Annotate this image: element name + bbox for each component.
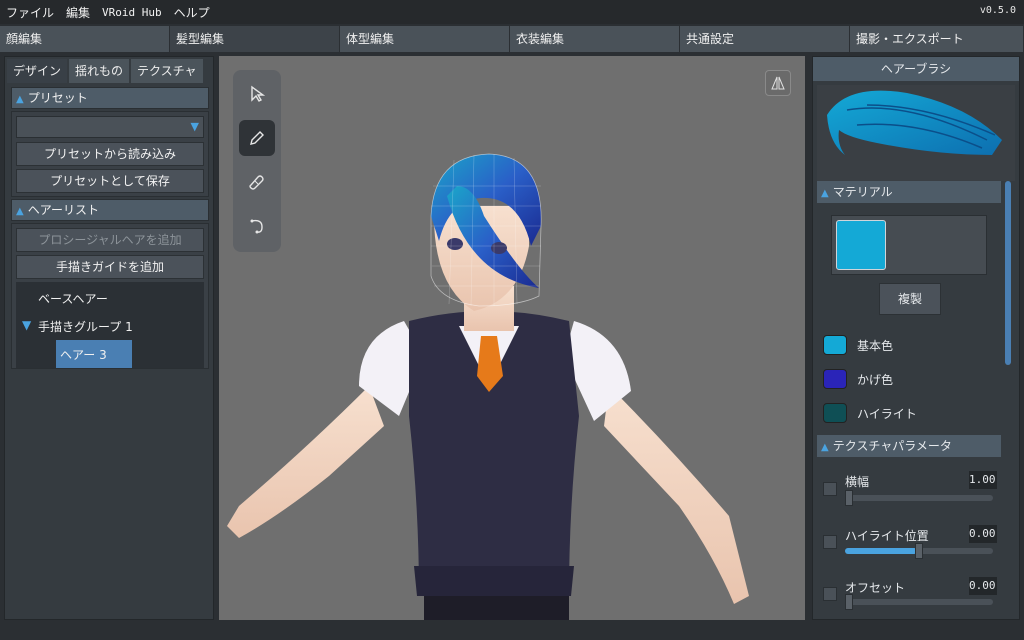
pen-icon bbox=[250, 131, 264, 145]
hair-item-group[interactable]: 手描きグループ 1 bbox=[38, 318, 133, 335]
dropdown-arrow-icon: ▼ bbox=[190, 120, 199, 133]
add-guide-button[interactable]: 手描きガイドを追加 bbox=[16, 255, 204, 279]
param-highlight-pos-checkbox[interactable] bbox=[823, 535, 837, 549]
shadow-color-label: かげ色 bbox=[857, 372, 894, 387]
param-highlight-pos-label: ハイライト位置 bbox=[845, 529, 929, 543]
param-highlight-pos-slider[interactable] bbox=[845, 543, 993, 559]
param-width-slider[interactable] bbox=[845, 490, 993, 506]
pen-tool-button[interactable] bbox=[239, 120, 275, 156]
base-color-swatch[interactable] bbox=[823, 335, 847, 355]
triangle-up-icon: ▲ bbox=[16, 206, 24, 217]
hairlist-title: ヘアーリスト bbox=[27, 203, 99, 217]
param-offset-slider[interactable] bbox=[845, 594, 993, 610]
tab-common[interactable]: 共通設定 bbox=[680, 26, 850, 52]
hair-brush-preview-image bbox=[827, 90, 1002, 155]
param-offset-checkbox[interactable] bbox=[823, 587, 837, 601]
eraser-icon bbox=[249, 175, 264, 190]
cursor-icon bbox=[251, 85, 266, 102]
hair-item-hair3[interactable]: ヘアー 3 bbox=[60, 346, 107, 363]
param-width-checkbox[interactable] bbox=[823, 482, 837, 496]
triangle-up-icon: ▲ bbox=[821, 188, 829, 199]
material-header[interactable]: ▲ マテリアル bbox=[817, 181, 1001, 203]
slider-fill bbox=[845, 548, 917, 554]
right-panel: ヘアーブラシ ▲ マテリアル 複製 基本色 かげ色 ハイライト ▲ テクスチャパラメ… bbox=[812, 56, 1020, 620]
preset-title: プリセット bbox=[27, 91, 88, 105]
triangle-up-icon: ▲ bbox=[821, 442, 829, 453]
shadow-color-swatch[interactable] bbox=[823, 369, 847, 389]
curve-icon bbox=[250, 219, 263, 234]
duplicate-material-button[interactable]: 複製 bbox=[879, 283, 941, 315]
menu-bar: ファイル 編集 VRoid Hub ヘルプ v0.5.0 bbox=[0, 0, 1024, 24]
preset-header[interactable]: ▲ プリセット bbox=[11, 87, 209, 109]
eraser-tool-button[interactable] bbox=[239, 164, 275, 200]
menu-edit[interactable]: 編集 bbox=[60, 4, 96, 21]
material-slot-box[interactable] bbox=[831, 215, 987, 275]
3d-viewport[interactable] bbox=[219, 56, 805, 620]
version-label: v0.5.0 bbox=[979, 5, 1016, 16]
add-procedural-hair-button[interactable]: プロシージャルヘアを追加 bbox=[16, 228, 204, 252]
slider-knob[interactable] bbox=[845, 594, 853, 610]
tab-hair[interactable]: 髪型編集 bbox=[170, 26, 340, 52]
tab-body[interactable]: 体型編集 bbox=[340, 26, 510, 52]
select-tool-button[interactable] bbox=[239, 76, 275, 112]
expand-arrow-icon[interactable]: ▼ bbox=[22, 318, 31, 332]
preset-section: ▼ プリセットから読み込み プリセットとして保存 bbox=[11, 111, 209, 197]
material-swatch[interactable] bbox=[836, 220, 886, 270]
slider-knob[interactable] bbox=[845, 490, 853, 506]
brush-preview bbox=[817, 85, 1015, 181]
menu-help[interactable]: ヘルプ bbox=[168, 4, 216, 21]
tool-palette bbox=[233, 70, 281, 252]
base-color-label: 基本色 bbox=[857, 338, 894, 353]
status-bar bbox=[0, 624, 1024, 640]
save-preset-button[interactable]: プリセットとして保存 bbox=[16, 169, 204, 193]
load-preset-button[interactable]: プリセットから読み込み bbox=[16, 142, 204, 166]
preset-dropdown[interactable]: ▼ bbox=[16, 116, 204, 138]
hairlist-header[interactable]: ▲ ヘアーリスト bbox=[11, 199, 209, 221]
tab-export[interactable]: 撮影・エクスポート bbox=[850, 26, 1024, 52]
color-row-highlight[interactable]: ハイライト bbox=[823, 403, 917, 423]
panel-scrollbar[interactable] bbox=[1005, 181, 1011, 365]
material-title: マテリアル bbox=[832, 185, 893, 199]
hair-list: ベースヘアー ▼ 手描きグループ 1 ヘアー 3 bbox=[16, 282, 204, 368]
hair-brush-title: ヘアーブラシ bbox=[813, 57, 1019, 81]
param-width-label: 横幅 bbox=[845, 475, 870, 489]
triangle-up-icon: ▲ bbox=[16, 94, 24, 105]
param-width-value[interactable]: 1.00 bbox=[969, 471, 997, 489]
slider-knob[interactable] bbox=[915, 543, 923, 559]
color-row-base[interactable]: 基本色 bbox=[823, 335, 893, 355]
main-tabs: 顔編集 髪型編集 体型編集 衣装編集 共通設定 撮影・エクスポート bbox=[0, 26, 1024, 52]
left-subtabs: デザイン 揺れもの テクスチャ bbox=[7, 59, 205, 83]
param-offset-label: オフセット bbox=[845, 581, 906, 595]
menu-file[interactable]: ファイル bbox=[0, 4, 60, 21]
color-row-shadow[interactable]: かげ色 bbox=[823, 369, 893, 389]
texture-params-header[interactable]: ▲ テクスチャパラメータ bbox=[817, 435, 1001, 457]
hair-item-base[interactable]: ベースヘアー bbox=[38, 290, 108, 307]
texture-params-title: テクスチャパラメータ bbox=[832, 439, 952, 453]
mirror-toggle-button[interactable] bbox=[765, 70, 791, 96]
curve-tool-button[interactable] bbox=[239, 208, 275, 244]
menu-vroidhub[interactable]: VRoid Hub bbox=[96, 6, 168, 19]
subtab-physics[interactable]: 揺れもの bbox=[69, 59, 130, 83]
hairlist-section: プロシージャルヘアを追加 手描きガイドを追加 ベースヘアー ▼ 手描きグループ … bbox=[11, 223, 209, 369]
subtab-texture[interactable]: テクスチャ bbox=[131, 59, 203, 83]
mirror-icon bbox=[771, 76, 785, 90]
tab-face[interactable]: 顔編集 bbox=[0, 26, 170, 52]
param-offset-value[interactable]: 0.00 bbox=[969, 577, 997, 595]
param-highlight-pos-value[interactable]: 0.00 bbox=[969, 525, 997, 543]
highlight-color-swatch[interactable] bbox=[823, 403, 847, 423]
subtab-design[interactable]: デザイン bbox=[7, 59, 68, 83]
character-model bbox=[227, 153, 749, 620]
highlight-color-label: ハイライト bbox=[857, 406, 917, 421]
tab-outfit[interactable]: 衣装編集 bbox=[510, 26, 680, 52]
left-panel: デザイン 揺れもの テクスチャ ▲ プリセット ▼ プリセットから読み込み プリセ… bbox=[4, 56, 214, 620]
